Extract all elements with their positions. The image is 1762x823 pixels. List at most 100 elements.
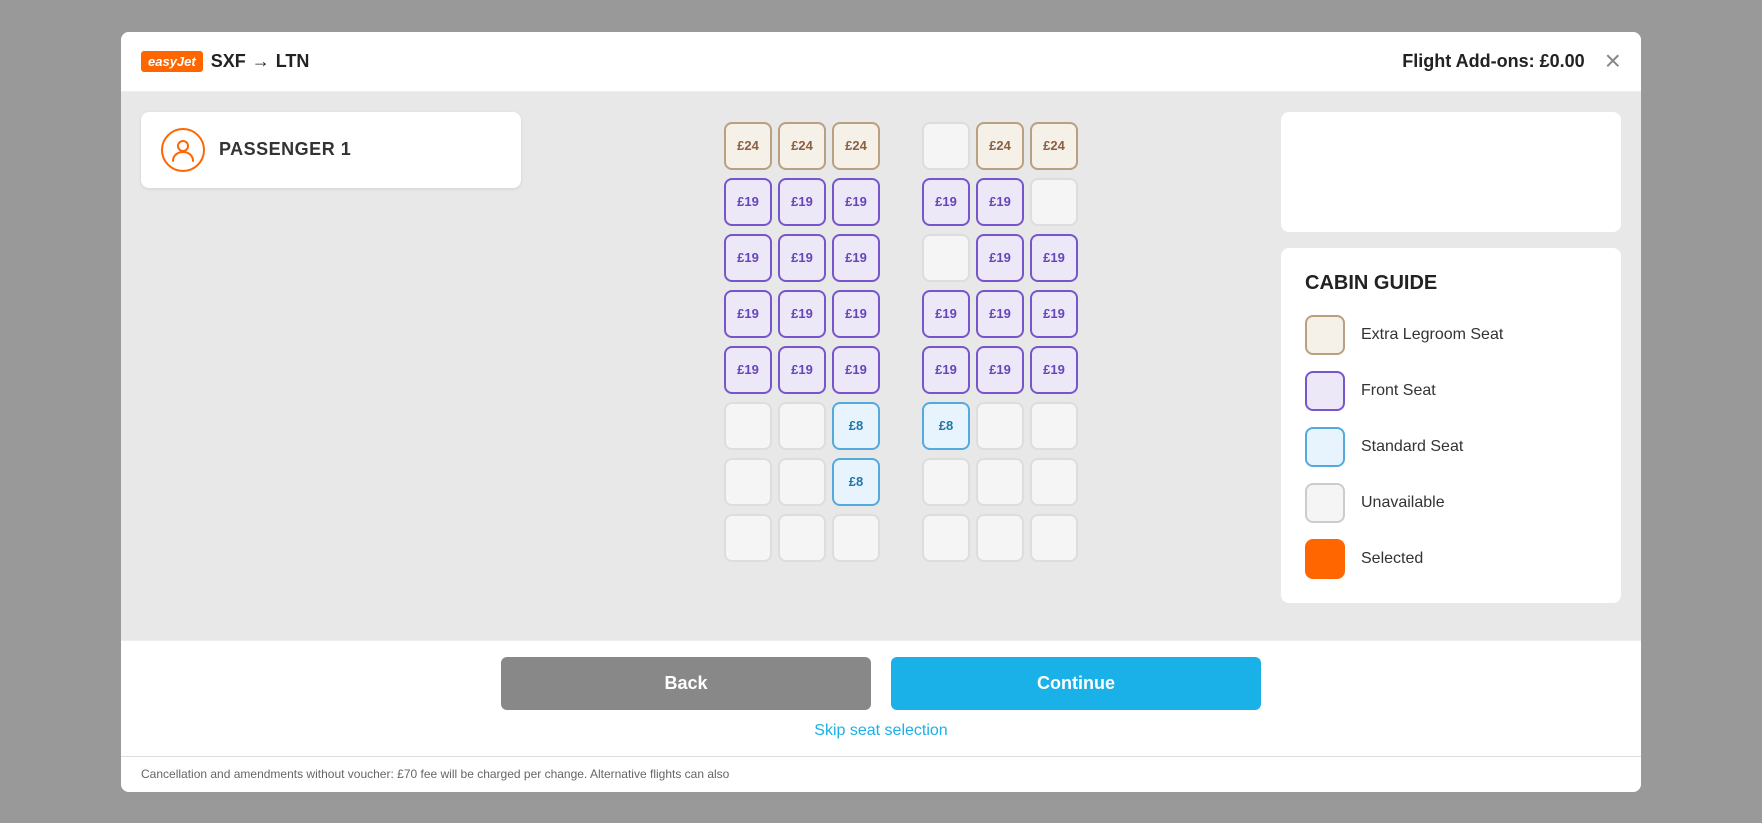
unavailable-label: Unavailable	[1361, 494, 1445, 512]
seat[interactable]: £24	[778, 122, 826, 170]
header-left: easyJet SXF → LTN	[141, 51, 309, 72]
seat	[976, 514, 1024, 562]
footer-buttons: Back Continue	[501, 657, 1261, 710]
route-arrow-icon: →	[252, 51, 270, 72]
seat[interactable]: £24	[724, 122, 772, 170]
passenger-icon	[161, 128, 205, 172]
continue-button[interactable]: Continue	[891, 657, 1261, 710]
back-button[interactable]: Back	[501, 657, 871, 710]
seat[interactable]: £19	[976, 346, 1024, 394]
front-seat-label: Front Seat	[1361, 382, 1436, 400]
close-button[interactable]: ×	[1605, 47, 1621, 75]
seat[interactable]: £8	[832, 402, 880, 450]
seat[interactable]: £19	[976, 178, 1024, 226]
front-seat-swatch	[1305, 371, 1345, 411]
seat	[832, 514, 880, 562]
standard-seat-label: Standard Seat	[1361, 438, 1463, 456]
seat[interactable]: £19	[976, 290, 1024, 338]
passenger-card: PASSENGER 1	[141, 112, 521, 188]
seat	[1030, 402, 1078, 450]
seat	[1030, 514, 1078, 562]
passenger-name: PASSENGER 1	[219, 139, 351, 160]
cabin-guide-item-standard: Standard Seat	[1305, 427, 1597, 467]
seat	[778, 458, 826, 506]
unavailable-swatch	[1305, 483, 1345, 523]
skip-seat-selection-link[interactable]: Skip seat selection	[814, 722, 947, 740]
seat	[724, 514, 772, 562]
seat[interactable]: £19	[724, 178, 772, 226]
seat[interactable]: £24	[976, 122, 1024, 170]
seat	[976, 458, 1024, 506]
seat[interactable]: £19	[778, 178, 826, 226]
route-from: SXF	[211, 51, 246, 72]
seat[interactable]: £19	[922, 290, 970, 338]
seat	[1030, 178, 1078, 226]
seat[interactable]: £19	[922, 178, 970, 226]
easyjet-logo: easyJet	[141, 51, 203, 72]
right-panel: CABIN GUIDE Extra Legroom Seat Front Sea…	[1261, 92, 1641, 640]
cabin-guide-title: CABIN GUIDE	[1305, 272, 1597, 295]
seat[interactable]: £8	[922, 402, 970, 450]
seat[interactable]: £24	[1030, 122, 1078, 170]
seat[interactable]: £19	[922, 346, 970, 394]
seat-map-container[interactable]: £24 £24 £24 £24 £24 £19 £19 £19	[551, 112, 1251, 572]
right-top-card	[1281, 112, 1621, 232]
seat	[724, 402, 772, 450]
left-panel: PASSENGER 1	[121, 92, 541, 640]
bottom-bar-text: Cancellation and amendments without vouc…	[141, 767, 729, 781]
seat[interactable]: £19	[832, 346, 880, 394]
cabin-guide-card: CABIN GUIDE Extra Legroom Seat Front Sea…	[1281, 248, 1621, 603]
seat	[724, 458, 772, 506]
standard-seat-swatch	[1305, 427, 1345, 467]
seat	[922, 122, 970, 170]
modal-footer: Back Continue Skip seat selection	[121, 640, 1641, 756]
seat[interactable]: £19	[832, 290, 880, 338]
seat[interactable]: £19	[778, 234, 826, 282]
bottom-bar: Cancellation and amendments without vouc…	[121, 756, 1641, 792]
route-to: LTN	[276, 51, 310, 72]
cabin-guide-item-front: Front Seat	[1305, 371, 1597, 411]
modal: easyJet SXF → LTN Flight Add-ons: £0.00 …	[121, 32, 1641, 792]
seat[interactable]: £19	[724, 346, 772, 394]
seat[interactable]: £19	[778, 290, 826, 338]
modal-header: easyJet SXF → LTN Flight Add-ons: £0.00 …	[121, 32, 1641, 92]
seat	[778, 402, 826, 450]
seat	[922, 458, 970, 506]
selected-label: Selected	[1361, 550, 1423, 568]
seat[interactable]: £19	[1030, 346, 1078, 394]
seat-row: £19 £19 £19 £19 £19 £19	[724, 346, 1078, 394]
seat[interactable]: £24	[832, 122, 880, 170]
flight-addons-label: Flight Add-ons: £0.00	[1402, 51, 1584, 72]
extra-legroom-label: Extra Legroom Seat	[1361, 326, 1503, 344]
selected-swatch	[1305, 539, 1345, 579]
seat	[1030, 458, 1078, 506]
center-wrapper: £24 £24 £24 £24 £24 £19 £19 £19	[541, 92, 1261, 640]
seat[interactable]: £8	[832, 458, 880, 506]
center-panel: £24 £24 £24 £24 £24 £19 £19 £19	[541, 92, 1261, 640]
cabin-guide-item-unavailable: Unavailable	[1305, 483, 1597, 523]
seat-row: £19 £19 £19 £19 £19	[724, 178, 1078, 226]
seat	[778, 514, 826, 562]
seat-row: £8	[724, 458, 1078, 506]
seat-row	[724, 514, 1078, 562]
seat-map: £24 £24 £24 £24 £24 £19 £19 £19	[724, 112, 1078, 572]
cabin-guide-item-extra: Extra Legroom Seat	[1305, 315, 1597, 355]
seat[interactable]: £19	[976, 234, 1024, 282]
seat[interactable]: £19	[832, 234, 880, 282]
seat	[922, 234, 970, 282]
extra-legroom-swatch	[1305, 315, 1345, 355]
seat[interactable]: £19	[778, 346, 826, 394]
seat[interactable]: £19	[1030, 290, 1078, 338]
seat	[976, 402, 1024, 450]
seat[interactable]: £19	[832, 178, 880, 226]
cabin-guide-item-selected: Selected	[1305, 539, 1597, 579]
modal-body: PASSENGER 1 £24 £24 £24 £24	[121, 92, 1641, 640]
seat[interactable]: £19	[724, 234, 772, 282]
seat-row: £24 £24 £24 £24 £24	[724, 122, 1078, 170]
cabin-guide-items: Extra Legroom Seat Front Seat Standard S…	[1305, 315, 1597, 579]
seat	[922, 514, 970, 562]
seat-row: £8 £8	[724, 402, 1078, 450]
seat-row: £19 £19 £19 £19 £19 £19	[724, 290, 1078, 338]
seat[interactable]: £19	[724, 290, 772, 338]
seat[interactable]: £19	[1030, 234, 1078, 282]
